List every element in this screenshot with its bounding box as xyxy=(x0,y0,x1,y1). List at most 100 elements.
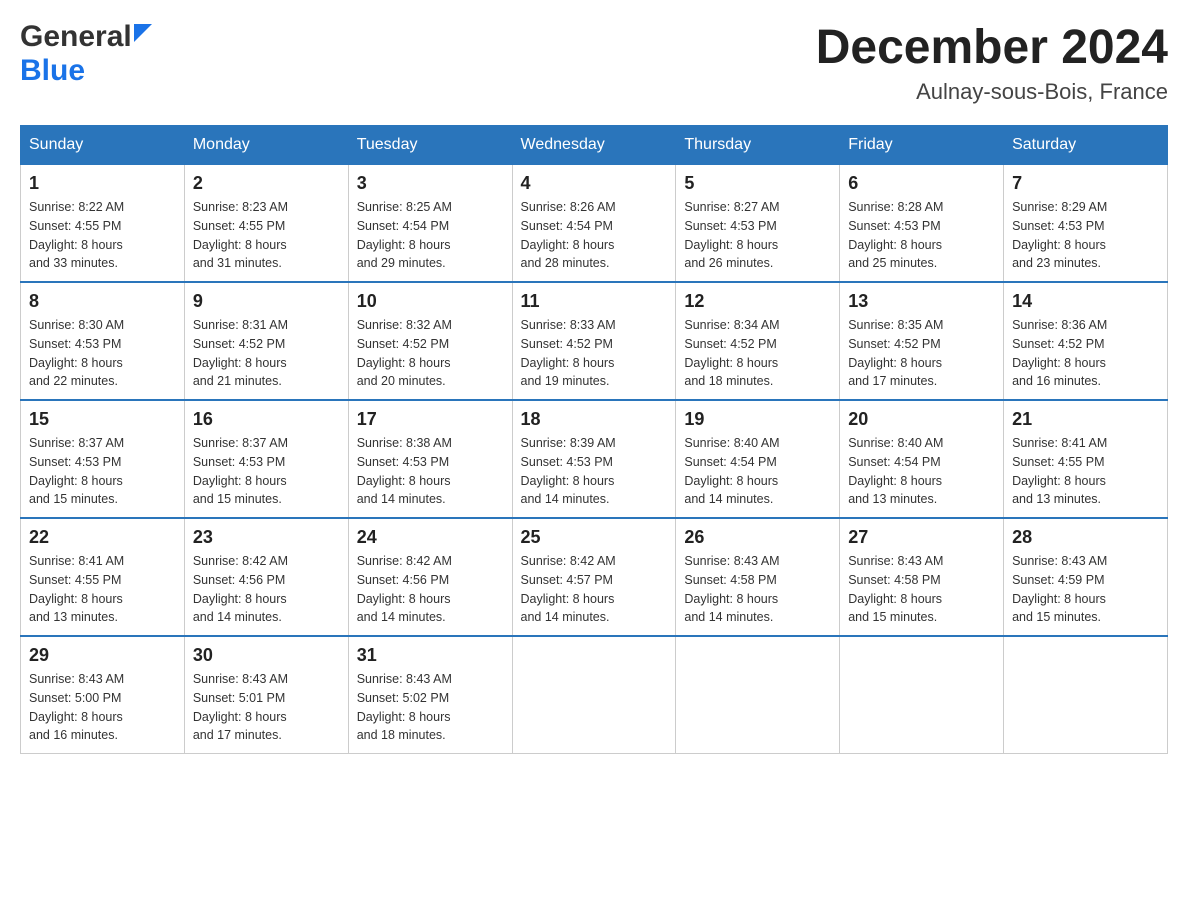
day-number: 12 xyxy=(684,291,831,312)
day-number: 28 xyxy=(1012,527,1159,548)
calendar-day-cell: 15 Sunrise: 8:37 AM Sunset: 4:53 PM Dayl… xyxy=(21,400,185,518)
day-number: 18 xyxy=(521,409,668,430)
day-number: 8 xyxy=(29,291,176,312)
day-info: Sunrise: 8:42 AM Sunset: 4:57 PM Dayligh… xyxy=(521,552,668,627)
logo-blue-text: Blue xyxy=(20,54,85,88)
calendar-day-cell: 28 Sunrise: 8:43 AM Sunset: 4:59 PM Dayl… xyxy=(1004,518,1168,636)
calendar-day-cell: 17 Sunrise: 8:38 AM Sunset: 4:53 PM Dayl… xyxy=(348,400,512,518)
day-number: 15 xyxy=(29,409,176,430)
day-info: Sunrise: 8:43 AM Sunset: 5:01 PM Dayligh… xyxy=(193,670,340,745)
calendar-title: December 2024 xyxy=(816,20,1168,75)
calendar-day-cell: 23 Sunrise: 8:42 AM Sunset: 4:56 PM Dayl… xyxy=(184,518,348,636)
day-info: Sunrise: 8:33 AM Sunset: 4:52 PM Dayligh… xyxy=(521,316,668,391)
day-number: 31 xyxy=(357,645,504,666)
calendar-day-cell: 16 Sunrise: 8:37 AM Sunset: 4:53 PM Dayl… xyxy=(184,400,348,518)
day-info: Sunrise: 8:23 AM Sunset: 4:55 PM Dayligh… xyxy=(193,198,340,273)
calendar-day-cell: 12 Sunrise: 8:34 AM Sunset: 4:52 PM Dayl… xyxy=(676,282,840,400)
logo: General Blue xyxy=(20,20,152,88)
day-number: 11 xyxy=(521,291,668,312)
day-info: Sunrise: 8:28 AM Sunset: 4:53 PM Dayligh… xyxy=(848,198,995,273)
calendar-table: Sunday Monday Tuesday Wednesday Thursday… xyxy=(20,125,1168,754)
day-info: Sunrise: 8:41 AM Sunset: 4:55 PM Dayligh… xyxy=(1012,434,1159,509)
calendar-day-cell: 7 Sunrise: 8:29 AM Sunset: 4:53 PM Dayli… xyxy=(1004,165,1168,283)
day-info: Sunrise: 8:30 AM Sunset: 4:53 PM Dayligh… xyxy=(29,316,176,391)
calendar-week-row: 1 Sunrise: 8:22 AM Sunset: 4:55 PM Dayli… xyxy=(21,165,1168,283)
calendar-week-row: 15 Sunrise: 8:37 AM Sunset: 4:53 PM Dayl… xyxy=(21,400,1168,518)
day-info: Sunrise: 8:39 AM Sunset: 4:53 PM Dayligh… xyxy=(521,434,668,509)
header-saturday: Saturday xyxy=(1004,126,1168,165)
day-info: Sunrise: 8:36 AM Sunset: 4:52 PM Dayligh… xyxy=(1012,316,1159,391)
day-number: 25 xyxy=(521,527,668,548)
day-number: 6 xyxy=(848,173,995,194)
calendar-day-cell xyxy=(1004,636,1168,754)
day-number: 5 xyxy=(684,173,831,194)
day-number: 19 xyxy=(684,409,831,430)
calendar-day-cell: 27 Sunrise: 8:43 AM Sunset: 4:58 PM Dayl… xyxy=(840,518,1004,636)
day-info: Sunrise: 8:25 AM Sunset: 4:54 PM Dayligh… xyxy=(357,198,504,273)
day-number: 7 xyxy=(1012,173,1159,194)
day-info: Sunrise: 8:31 AM Sunset: 4:52 PM Dayligh… xyxy=(193,316,340,391)
calendar-day-cell: 20 Sunrise: 8:40 AM Sunset: 4:54 PM Dayl… xyxy=(840,400,1004,518)
day-info: Sunrise: 8:43 AM Sunset: 4:58 PM Dayligh… xyxy=(684,552,831,627)
day-number: 13 xyxy=(848,291,995,312)
day-number: 10 xyxy=(357,291,504,312)
calendar-day-cell: 10 Sunrise: 8:32 AM Sunset: 4:52 PM Dayl… xyxy=(348,282,512,400)
day-info: Sunrise: 8:37 AM Sunset: 4:53 PM Dayligh… xyxy=(193,434,340,509)
calendar-week-row: 8 Sunrise: 8:30 AM Sunset: 4:53 PM Dayli… xyxy=(21,282,1168,400)
header: General Blue December 2024 Aulnay-sous-B… xyxy=(20,20,1168,105)
calendar-day-cell xyxy=(840,636,1004,754)
day-number: 30 xyxy=(193,645,340,666)
calendar-day-cell: 29 Sunrise: 8:43 AM Sunset: 5:00 PM Dayl… xyxy=(21,636,185,754)
day-info: Sunrise: 8:43 AM Sunset: 5:00 PM Dayligh… xyxy=(29,670,176,745)
calendar-week-row: 22 Sunrise: 8:41 AM Sunset: 4:55 PM Dayl… xyxy=(21,518,1168,636)
day-info: Sunrise: 8:42 AM Sunset: 4:56 PM Dayligh… xyxy=(357,552,504,627)
calendar-subtitle: Aulnay-sous-Bois, France xyxy=(816,79,1168,105)
day-info: Sunrise: 8:43 AM Sunset: 4:58 PM Dayligh… xyxy=(848,552,995,627)
header-tuesday: Tuesday xyxy=(348,126,512,165)
day-number: 22 xyxy=(29,527,176,548)
calendar-day-cell: 2 Sunrise: 8:23 AM Sunset: 4:55 PM Dayli… xyxy=(184,165,348,283)
day-info: Sunrise: 8:38 AM Sunset: 4:53 PM Dayligh… xyxy=(357,434,504,509)
calendar-day-cell: 8 Sunrise: 8:30 AM Sunset: 4:53 PM Dayli… xyxy=(21,282,185,400)
calendar-day-cell: 3 Sunrise: 8:25 AM Sunset: 4:54 PM Dayli… xyxy=(348,165,512,283)
calendar-day-cell: 5 Sunrise: 8:27 AM Sunset: 4:53 PM Dayli… xyxy=(676,165,840,283)
calendar-day-cell: 24 Sunrise: 8:42 AM Sunset: 4:56 PM Dayl… xyxy=(348,518,512,636)
day-info: Sunrise: 8:43 AM Sunset: 5:02 PM Dayligh… xyxy=(357,670,504,745)
logo-triangle-icon xyxy=(134,24,152,42)
day-number: 2 xyxy=(193,173,340,194)
title-area: December 2024 Aulnay-sous-Bois, France xyxy=(816,20,1168,105)
calendar-day-cell: 18 Sunrise: 8:39 AM Sunset: 4:53 PM Dayl… xyxy=(512,400,676,518)
calendar-day-cell: 6 Sunrise: 8:28 AM Sunset: 4:53 PM Dayli… xyxy=(840,165,1004,283)
logo-general-text: General xyxy=(20,20,132,54)
day-info: Sunrise: 8:35 AM Sunset: 4:52 PM Dayligh… xyxy=(848,316,995,391)
calendar-day-cell: 9 Sunrise: 8:31 AM Sunset: 4:52 PM Dayli… xyxy=(184,282,348,400)
day-number: 29 xyxy=(29,645,176,666)
calendar-day-cell xyxy=(512,636,676,754)
calendar-day-cell: 30 Sunrise: 8:43 AM Sunset: 5:01 PM Dayl… xyxy=(184,636,348,754)
day-number: 20 xyxy=(848,409,995,430)
calendar-week-row: 29 Sunrise: 8:43 AM Sunset: 5:00 PM Dayl… xyxy=(21,636,1168,754)
day-info: Sunrise: 8:40 AM Sunset: 4:54 PM Dayligh… xyxy=(848,434,995,509)
calendar-day-cell: 22 Sunrise: 8:41 AM Sunset: 4:55 PM Dayl… xyxy=(21,518,185,636)
day-number: 23 xyxy=(193,527,340,548)
day-info: Sunrise: 8:40 AM Sunset: 4:54 PM Dayligh… xyxy=(684,434,831,509)
header-monday: Monday xyxy=(184,126,348,165)
day-number: 14 xyxy=(1012,291,1159,312)
day-info: Sunrise: 8:43 AM Sunset: 4:59 PM Dayligh… xyxy=(1012,552,1159,627)
calendar-day-cell: 19 Sunrise: 8:40 AM Sunset: 4:54 PM Dayl… xyxy=(676,400,840,518)
day-number: 16 xyxy=(193,409,340,430)
day-info: Sunrise: 8:41 AM Sunset: 4:55 PM Dayligh… xyxy=(29,552,176,627)
day-info: Sunrise: 8:22 AM Sunset: 4:55 PM Dayligh… xyxy=(29,198,176,273)
day-number: 26 xyxy=(684,527,831,548)
day-number: 21 xyxy=(1012,409,1159,430)
day-number: 27 xyxy=(848,527,995,548)
day-info: Sunrise: 8:37 AM Sunset: 4:53 PM Dayligh… xyxy=(29,434,176,509)
header-wednesday: Wednesday xyxy=(512,126,676,165)
day-number: 3 xyxy=(357,173,504,194)
calendar-day-cell: 11 Sunrise: 8:33 AM Sunset: 4:52 PM Dayl… xyxy=(512,282,676,400)
calendar-day-cell: 31 Sunrise: 8:43 AM Sunset: 5:02 PM Dayl… xyxy=(348,636,512,754)
header-sunday: Sunday xyxy=(21,126,185,165)
day-number: 17 xyxy=(357,409,504,430)
header-thursday: Thursday xyxy=(676,126,840,165)
calendar-day-cell: 14 Sunrise: 8:36 AM Sunset: 4:52 PM Dayl… xyxy=(1004,282,1168,400)
